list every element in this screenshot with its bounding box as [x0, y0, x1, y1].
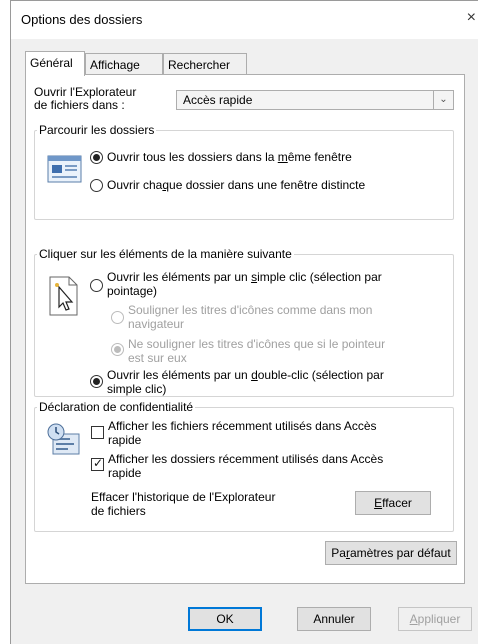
pointer-cursor-icon: [49, 276, 78, 316]
rd-pre: Pa: [331, 546, 346, 560]
radio-separate-window-label: Ouvrir chaque dossier dans une fenêtre d…: [107, 178, 365, 192]
radio-single-click[interactable]: [90, 279, 103, 292]
click-items-group: Cliquer sur les éléments de la manière s…: [34, 247, 454, 397]
opt-sep-pre: Ouvrir cha: [107, 178, 163, 192]
radio-same-window-label: Ouvrir tous les dossiers dans la même fe…: [107, 150, 352, 164]
restore-defaults-button[interactable]: Paramètres par défaut: [325, 541, 457, 565]
open-explorer-select[interactable]: Accès rapide ⌄: [176, 90, 454, 110]
tab-affichage-label: Affichage: [90, 58, 140, 72]
tab-general[interactable]: Général: [25, 51, 85, 76]
dc-pre: Ouvrir les éléments par un: [107, 368, 252, 382]
browse-folders-group: Parcourir les dossiers Ouvrir tous les d…: [34, 123, 454, 220]
privacy-files-icon: [47, 423, 80, 455]
radio-single-click-label-2: pointage): [107, 284, 158, 298]
window-title: Options des dossiers: [21, 12, 143, 27]
folder-window-icon: [47, 155, 82, 183]
close-icon[interactable]: ×: [467, 9, 476, 27]
recent-files-label-2: rapide: [108, 433, 142, 447]
recent-folders-label-2: rapide: [108, 466, 142, 480]
clear-post: ffacer: [382, 496, 412, 510]
opt-same-pre: Ouvrir tous les dossiers dans la: [107, 150, 278, 164]
sc-post: imple clic (sélection par: [257, 270, 382, 284]
open-explorer-label-1: Ouvrir l'Explorateur: [34, 85, 137, 99]
dc-u: d: [251, 368, 258, 382]
folder-options-dialog: Options des dossiers × Général Affichage…: [10, 0, 478, 644]
general-panel: Ouvrir l'Explorateur de fichiers dans : …: [25, 74, 465, 584]
browse-folders-legend: Parcourir les dossiers: [37, 123, 157, 137]
rd-post: amètres par défaut: [349, 546, 451, 560]
checkbox-recent-files[interactable]: [91, 426, 104, 439]
radio-same-window[interactable]: [90, 151, 103, 164]
underline-hover-label-2: est sur eux: [128, 351, 187, 365]
radio-double-click-label: Ouvrir les éléments par un double-clic (…: [107, 368, 384, 382]
clear-history-label-1: Effacer l'historique de l'Explorateur: [91, 490, 276, 504]
privacy-group: Déclaration de confidentialité Afficher …: [34, 400, 454, 532]
open-explorer-selected: Accès rapide: [183, 93, 253, 107]
tab-rechercher[interactable]: Rechercher: [163, 53, 247, 75]
underline-always-label-2: navigateur: [128, 317, 185, 331]
radio-double-click-label-2: simple clic): [107, 382, 167, 396]
open-explorer-label-2: de fichiers dans :: [34, 98, 125, 112]
clear-button[interactable]: Effacer: [355, 491, 431, 515]
dc-post: ouble-clic (sélection par: [257, 368, 384, 382]
ok-button[interactable]: OK: [188, 607, 262, 631]
chevron-down-icon[interactable]: ⌄: [433, 91, 453, 109]
opt-sep-post: ue dossier dans une fenêtre distincte: [169, 178, 366, 192]
title-bar: Options des dossiers ×: [11, 1, 478, 39]
recent-folders-label-1: Afficher les dossiers récemment utilisés…: [108, 452, 384, 466]
privacy-legend: Déclaration de confidentialité: [37, 400, 196, 414]
radio-underline-hover[interactable]: [111, 343, 124, 356]
apply-button[interactable]: Appliquer: [398, 607, 472, 631]
underline-hover-label-1: Ne souligner les titres d'icônes que si …: [128, 337, 386, 351]
sc-pre: Ouvrir les éléments par un: [107, 270, 252, 284]
radio-separate-window[interactable]: [90, 179, 103, 192]
radio-underline-always[interactable]: [111, 311, 124, 324]
recent-files-label-1: Afficher les fichiers récemment utilisés…: [108, 419, 377, 433]
cancel-button[interactable]: Annuler: [297, 607, 371, 631]
apply-post: ppliquer: [417, 612, 461, 626]
tab-rechercher-label: Rechercher: [168, 58, 231, 72]
underline-always-label-1: Souligner les titres d'icônes comme dans…: [128, 303, 373, 317]
opt-same-post: ême fenêtre: [287, 150, 352, 164]
tab-affichage[interactable]: Affichage: [85, 53, 163, 75]
checkbox-recent-folders[interactable]: [91, 456, 104, 471]
radio-double-click[interactable]: [90, 375, 103, 388]
click-items-legend: Cliquer sur les éléments de la manière s…: [37, 247, 294, 261]
radio-single-click-label: Ouvrir les éléments par un simple clic (…: [107, 270, 382, 284]
opt-same-u: m: [277, 150, 288, 164]
clear-u: E: [374, 496, 383, 510]
clear-history-label-2: de fichiers: [91, 504, 146, 518]
apply-u: A: [409, 612, 418, 626]
